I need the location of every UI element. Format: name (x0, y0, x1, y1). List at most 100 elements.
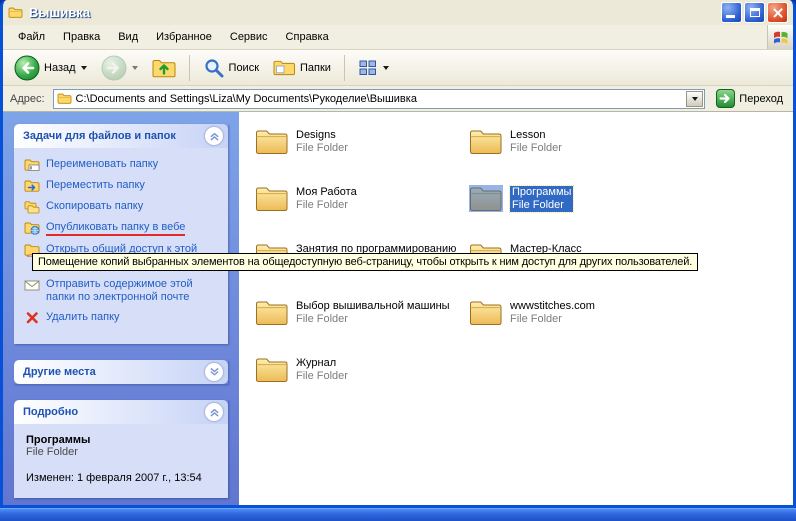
panel-other-places: Другие места (14, 360, 228, 384)
back-button[interactable]: Назад (9, 52, 92, 84)
menu-item[interactable]: Избранное (147, 25, 221, 49)
folder-icon (255, 128, 289, 155)
copy-icon (24, 200, 40, 214)
go-button[interactable]: Переход (711, 89, 788, 108)
folders-icon (273, 57, 296, 78)
details-name: Программы (26, 434, 218, 446)
panel-title: Задачи для файлов и папок (23, 130, 176, 142)
chevron-up-icon[interactable] (205, 127, 223, 145)
task-label: Опубликовать папку в вебе (46, 221, 185, 236)
menu-item[interactable]: Файл (9, 25, 54, 49)
file-type: File Folder (510, 142, 562, 155)
sidebar-task[interactable]: Переместить папку (24, 179, 222, 193)
file-type: File Folder (296, 199, 357, 212)
address-bar: Адрес: C:\Documents and Settings\Liza\My… (3, 86, 793, 112)
publish-icon (24, 221, 40, 235)
up-button[interactable] (147, 54, 181, 82)
file-item[interactable]: wwwstitches.com File Folder (469, 299, 595, 356)
panel-title: Другие места (23, 366, 96, 378)
task-label: Удалить папку (46, 311, 120, 324)
file-labels: Журнал File Folder (296, 357, 348, 383)
chevron-up-icon[interactable] (205, 403, 223, 421)
task-label: Отправить содержимое этой папки по элект… (46, 278, 222, 304)
panel-title: Подробно (23, 406, 78, 418)
file-item[interactable]: Выбор вышивальной машины File Folder (255, 299, 450, 356)
folder-icon (255, 299, 289, 326)
search-button[interactable]: Поиск (198, 54, 264, 82)
folder-window-icon (8, 6, 24, 20)
menubar: Файл Правка Вид Избранное Сервис Справка (3, 25, 793, 50)
folder-icon (469, 128, 503, 155)
address-path: C:\Documents and Settings\Liza\My Docume… (76, 93, 683, 105)
panel-file-tasks: Задачи для файлов и папок Переименовать … (14, 124, 228, 344)
chevron-down-icon[interactable] (205, 363, 223, 381)
file-labels: Выбор вышивальной машины File Folder (296, 300, 450, 326)
file-item[interactable]: Программы File Folder (469, 185, 573, 242)
file-labels: Моя Работа File Folder (296, 186, 357, 212)
close-button[interactable] (767, 2, 788, 23)
file-name: Designs (296, 129, 348, 142)
rename-icon (24, 158, 40, 172)
file-type: File Folder (510, 199, 573, 212)
views-dropdown-icon (383, 66, 389, 70)
back-dropdown-icon[interactable] (81, 66, 87, 70)
tooltip: Помещение копий выбранных элементов на о… (32, 253, 698, 271)
file-item[interactable]: Designs File Folder (255, 128, 348, 185)
file-labels: wwwstitches.com File Folder (510, 300, 595, 326)
window-controls (721, 2, 788, 23)
go-label: Переход (739, 93, 783, 105)
menu-item[interactable]: Сервис (221, 25, 277, 49)
toolbar: Назад Поиск Папки (3, 50, 793, 86)
task-label: Переместить папку (46, 179, 145, 192)
search-icon (203, 57, 225, 79)
address-label: Адрес: (8, 93, 47, 105)
folder-icon (469, 299, 503, 326)
panel-header-other-places[interactable]: Другие места (14, 360, 228, 384)
menu-item[interactable]: Вид (109, 25, 147, 49)
maximize-button[interactable] (744, 2, 765, 23)
minimize-button[interactable] (721, 2, 742, 23)
file-name: Lesson (510, 129, 562, 142)
sidebar-task[interactable]: Отправить содержимое этой папки по элект… (24, 278, 222, 304)
task-label: Переименовать папку (46, 158, 158, 171)
address-input[interactable]: C:\Documents and Settings\Liza\My Docume… (53, 89, 706, 109)
task-label: Скопировать папку (46, 200, 143, 213)
file-type: File Folder (296, 370, 348, 383)
file-list: Designs File Folder Lesson File Folder (239, 112, 793, 505)
file-item[interactable]: Журнал File Folder (255, 356, 348, 413)
window-body: Задачи для файлов и папок Переименовать … (3, 112, 793, 505)
panel-details: Подробно Программы File Folder Изменен: … (14, 400, 228, 498)
file-labels: Программы File Folder (510, 186, 573, 212)
back-icon (14, 55, 40, 81)
menu-item[interactable]: Правка (54, 25, 109, 49)
menu-item[interactable]: Справка (277, 25, 338, 49)
details-type: File Folder (26, 446, 218, 458)
file-item[interactable]: Моя Работа File Folder (255, 185, 357, 242)
forward-dropdown-icon (132, 66, 138, 70)
file-type: File Folder (296, 313, 450, 326)
file-name: Журнал (296, 357, 348, 370)
sidebar-task[interactable]: Скопировать папку (24, 200, 222, 214)
sidebar-task[interactable]: Удалить папку (24, 311, 222, 325)
folders-label: Папки (300, 62, 331, 74)
file-item[interactable]: Lesson File Folder (469, 128, 562, 185)
address-folder-icon (57, 92, 72, 105)
titlebar[interactable]: Вышивка (3, 0, 793, 25)
address-dropdown-button[interactable] (686, 91, 703, 107)
views-button[interactable] (353, 55, 394, 81)
sidebar-task[interactable]: Переименовать папку (24, 158, 222, 172)
windows-logo-icon (767, 25, 793, 49)
delete-icon (24, 311, 40, 325)
window-title: Вышивка (29, 5, 716, 20)
details-body: Программы File Folder Изменен: 1 февраля… (14, 424, 228, 498)
panel-header-details[interactable]: Подробно (14, 400, 228, 424)
file-name: Программы (510, 186, 573, 199)
folders-button[interactable]: Папки (268, 54, 336, 81)
back-label: Назад (44, 62, 76, 74)
file-name: Выбор вышивальной машины (296, 300, 450, 313)
sidebar-task[interactable]: Опубликовать папку в вебе (24, 221, 222, 236)
toolbar-separator (344, 55, 345, 81)
panel-header-file-tasks[interactable]: Задачи для файлов и папок (14, 124, 228, 148)
forward-button[interactable] (96, 52, 143, 84)
file-type: File Folder (510, 313, 595, 326)
